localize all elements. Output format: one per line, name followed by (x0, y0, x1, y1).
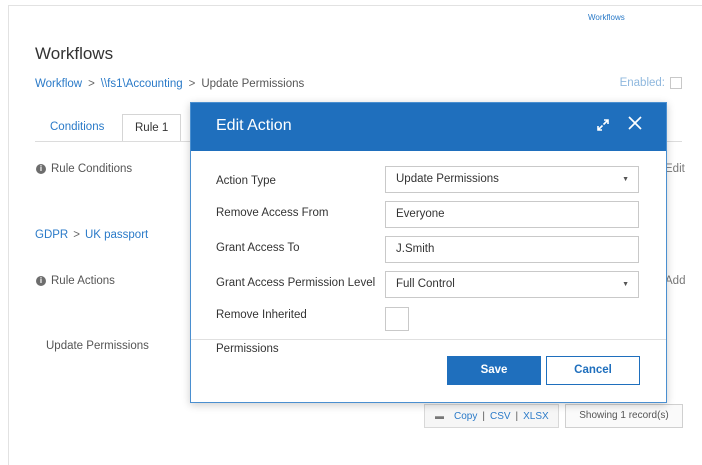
export-separator: | (515, 410, 519, 422)
expand-icon[interactable] (595, 117, 611, 138)
condition-path: GDPR > UK passport (35, 229, 148, 241)
workflows-top-link[interactable]: Workflows (588, 13, 625, 22)
enabled-label: Enabled: (619, 77, 665, 89)
breadcrumb-workflow[interactable]: Workflow (35, 78, 82, 90)
condition-separator: > (73, 229, 80, 241)
remove-inherited-label: Remove Inherited (216, 309, 307, 321)
info-icon: i (36, 164, 46, 174)
chevron-down-icon: ▼ (622, 281, 629, 288)
page-title: Workflows (35, 44, 114, 63)
remove-access-label: Remove Access From (216, 207, 329, 219)
grant-level-label: Grant Access Permission Level (216, 277, 376, 289)
rule-conditions-heading: i Rule Conditions (36, 163, 132, 175)
remove-access-input[interactable]: Everyone (385, 201, 639, 228)
save-button[interactable]: Save (447, 356, 541, 385)
action-type-value: Update Permissions (396, 173, 499, 185)
action-type-select[interactable]: Update Permissions ▼ (385, 166, 639, 193)
breadcrumb-separator: > (88, 78, 95, 90)
dialog-title: Edit Action (216, 117, 292, 134)
action-type-label: Action Type (216, 175, 276, 187)
grant-access-label: Grant Access To (216, 242, 300, 254)
breadcrumb: Workflow > \\fs1\Accounting > Update Permiss… (35, 78, 304, 90)
grant-level-select[interactable]: Full Control ▼ (385, 271, 639, 298)
chevron-down-icon: ▼ (622, 176, 629, 183)
action-row-update-permissions[interactable]: Update Permissions (46, 340, 149, 352)
grant-level-value: Full Control (396, 278, 455, 290)
remove-inherited-label-line2: Permissions (216, 343, 279, 355)
csv-button[interactable]: CSV (490, 411, 511, 422)
export-icon: ▬ (435, 411, 444, 421)
copy-button[interactable]: Copy (454, 411, 477, 422)
dialog-header: Edit Action (191, 103, 666, 151)
rule-conditions-label: Rule Conditions (51, 163, 133, 175)
grant-access-input[interactable]: J.Smith (385, 236, 639, 263)
edit-conditions-link[interactable]: Edit (665, 163, 685, 175)
edit-action-dialog: Edit Action Action Type Update Permissio… (190, 102, 667, 403)
tab-conditions[interactable]: Conditions (38, 114, 116, 142)
xlsx-button[interactable]: XLSX (523, 411, 549, 422)
rule-actions-label: Rule Actions (51, 275, 115, 287)
condition-uk-passport-link[interactable]: UK passport (85, 229, 148, 241)
breadcrumb-share[interactable]: \\fs1\Accounting (101, 78, 183, 90)
add-action-link[interactable]: Add (665, 275, 685, 287)
export-bar: ▬ Copy | CSV | XLSX (424, 404, 559, 428)
cancel-button[interactable]: Cancel (546, 356, 640, 385)
breadcrumb-separator: > (188, 78, 196, 90)
export-separator: | (482, 410, 485, 422)
record-count: Showing 1 record(s) (565, 404, 683, 428)
info-icon: i (36, 276, 46, 286)
rule-actions-heading: i Rule Actions (36, 275, 115, 287)
breadcrumb-current: Update Permissions (201, 78, 305, 90)
tab-rule-1[interactable]: Rule 1 (122, 114, 182, 142)
enabled-toggle[interactable]: Enabled: (620, 77, 682, 89)
enabled-checkbox[interactable] (670, 77, 682, 89)
remove-inherited-checkbox[interactable] (385, 307, 409, 331)
condition-gdpr-link[interactable]: GDPR (35, 229, 68, 241)
close-icon[interactable] (627, 115, 643, 136)
